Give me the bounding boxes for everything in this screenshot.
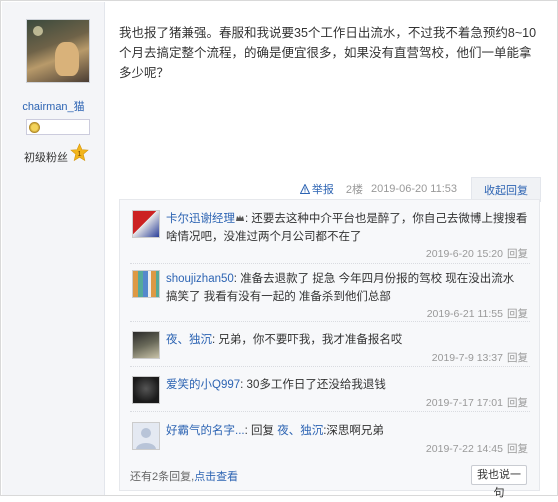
more-replies: 还有2条回复,点击查看 — [130, 468, 238, 484]
add-reply-button[interactable]: 我也说一句 — [471, 465, 527, 499]
comment-time: 2019-7-17 17:01 — [425, 397, 503, 409]
cat-icon — [55, 42, 79, 76]
comment-list: 卡尔迅谢经理: 还要去这种中介平台也是醉了，你自己去微博上搜搜看啥情况吧，没准过… — [119, 199, 540, 499]
post-time: 2019-06-20 11:53 — [370, 183, 457, 195]
comment-item: 好霸气的名字...: 回复 夜、独沉:深思啊兄弟 2019-7-22 14:45… — [130, 422, 530, 458]
reply-to-name[interactable]: 夜、独沉 — [277, 425, 323, 437]
comment-item: 爱笑的小Q997: 30多工作日了还没给我退钱 2019-7-17 17:01 回… — [130, 376, 530, 412]
report-link[interactable]: 举报 — [299, 181, 334, 197]
comment-text-block: 好霸气的名字...: 回复 夜、独沉:深思啊兄弟 — [166, 422, 528, 440]
comment-separator: : — [245, 213, 249, 225]
commenter-name[interactable]: shoujizhan50 — [166, 273, 234, 285]
comment-text-block: 爱笑的小Q997: 30多工作日了还没给我退钱 — [166, 376, 528, 394]
user-silhouette-icon — [136, 428, 156, 449]
comment-separator: : — [233, 273, 237, 285]
post-meta: 举报 2楼 2019-06-20 11:53 收起回复 — [299, 176, 541, 202]
commenter-avatar[interactable] — [132, 270, 160, 298]
author-avatar[interactable] — [26, 19, 90, 83]
commenter-name[interactable]: 好霸气的名字... — [166, 425, 245, 437]
fan-level-label: 初级粉丝 — [24, 152, 68, 164]
comment-reply-link[interactable]: 回复 — [507, 248, 528, 260]
comment-meta: 2019-7-17 17:01 回复 — [426, 395, 528, 410]
level-star-icon: 1 — [70, 143, 89, 162]
collapse-replies-button[interactable]: 收起回复 — [471, 176, 541, 202]
comment-separator: : — [212, 334, 216, 346]
comment-separator: : — [240, 379, 244, 391]
post-content: 我也报了猪兼强。春服和我说要35个工作日出流水，不过我不着急预约8~10个月去搞… — [119, 26, 537, 80]
comment-text-block: 卡尔迅谢经理: 还要去这种中介平台也是醉了，你自己去微博上搜搜看啥情况吧，没准过… — [166, 210, 528, 246]
comment-meta: 2019-7-22 14:45 回复 — [426, 441, 528, 456]
avatar-light — [33, 26, 43, 36]
badge-box — [26, 119, 90, 135]
commenter-avatar[interactable] — [132, 210, 160, 238]
comment-item: shoujizhan50: 准备去退款了 捉急 今年四月份报的驾校 现在没出流水… — [130, 270, 530, 322]
comment-reply-link[interactable]: 回复 — [507, 308, 528, 320]
comment-meta: 2019-7-9 13:37 回复 — [432, 350, 528, 365]
report-label: 举报 — [311, 184, 334, 196]
comment-text: 兄弟，你不要吓我，我才准备报名哎 — [218, 334, 403, 346]
comment-time: 2019-7-22 14:45 — [425, 443, 503, 455]
commenter-name[interactable]: 夜、独沉 — [166, 334, 212, 346]
author-username[interactable]: chairman_猫 — [2, 98, 105, 114]
crown-icon — [236, 215, 244, 221]
comment-meta: 2019-6-20 15:20 回复 — [426, 246, 528, 261]
comment-reply-link[interactable]: 回复 — [507, 352, 528, 364]
comment-text-block: 夜、独沉: 兄弟，你不要吓我，我才准备报名哎 — [166, 331, 528, 349]
commenter-name[interactable]: 卡尔迅谢经理 — [166, 213, 235, 225]
reply-prefix: 回复 — [251, 425, 278, 437]
author-sidebar: chairman_猫 初级粉丝 1 — [2, 2, 105, 495]
comment-separator: : — [244, 425, 248, 437]
comment-text: :深思啊兄弟 — [323, 425, 384, 437]
comment-text: 30多工作日了还没给我退钱 — [246, 379, 386, 391]
default-avatar-icon[interactable] — [132, 422, 160, 450]
floor-number: 2楼 — [345, 184, 363, 196]
comment-item: 夜、独沉: 兄弟，你不要吓我，我才准备报名哎 2019-7-9 13:37 回复 — [130, 331, 530, 367]
post-frame: chairman_猫 初级粉丝 1 我也报了猪兼强。春服和我说要35个工作日出流… — [0, 0, 558, 499]
comment-reply-link[interactable]: 回复 — [507, 397, 528, 409]
commenter-avatar[interactable] — [132, 376, 160, 404]
comment-meta: 2019-6-21 11:55 回复 — [427, 306, 528, 321]
level-number: 1 — [77, 149, 81, 158]
comment-time: 2019-6-21 11:55 — [426, 308, 503, 320]
comment-time: 2019-7-9 13:37 — [431, 352, 503, 364]
commenter-avatar[interactable] — [132, 331, 160, 359]
comment-item: 卡尔迅谢经理: 还要去这种中介平台也是醉了，你自己去微博上搜搜看啥情况吧，没准过… — [130, 210, 530, 264]
commenter-name[interactable]: 爱笑的小Q997 — [166, 379, 240, 391]
comment-text-block: shoujizhan50: 准备去退款了 捉急 今年四月份报的驾校 现在没出流水… — [166, 270, 528, 306]
comment-time: 2019-6-20 15:20 — [425, 248, 503, 260]
comment-reply-link[interactable]: 回复 — [507, 443, 528, 455]
more-replies-count: 还有2条回复, — [130, 471, 195, 483]
medal-icon — [29, 122, 40, 133]
warning-icon — [299, 184, 310, 194]
view-more-link[interactable]: 点击查看 — [194, 471, 238, 483]
